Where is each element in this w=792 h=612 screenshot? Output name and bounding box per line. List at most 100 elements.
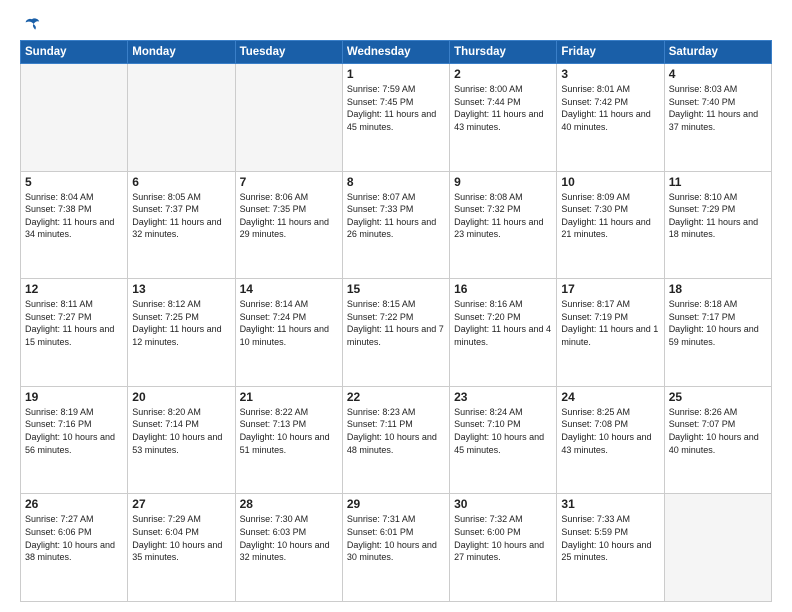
calendar-cell: 22Sunrise: 8:23 AM Sunset: 7:11 PM Dayli… [342, 386, 449, 494]
day-header-monday: Monday [128, 41, 235, 64]
calendar-cell: 8 Sunrise: 8:07 AM Sunset: 7:33 PM Daylig… [342, 171, 449, 279]
day-number: 11 [669, 175, 767, 189]
day-info: Sunrise: 8:05 AM Sunset: 7:37 PM Dayligh… [132, 191, 230, 241]
day-info: Sunrise: 8:16 AM Sunset: 7:20 PM Dayligh… [454, 298, 552, 348]
day-number: 4 [669, 67, 767, 81]
day-info: Sunrise: 7:33 AM Sunset: 5:59 PM Dayligh… [561, 513, 659, 563]
day-number: 16 [454, 282, 552, 296]
day-info: Sunrise: 7:59 AM Sunset: 7:45 PM Dayligh… [347, 83, 445, 133]
day-number: 12 [25, 282, 123, 296]
day-header-tuesday: Tuesday [235, 41, 342, 64]
day-number: 19 [25, 390, 123, 404]
day-number: 17 [561, 282, 659, 296]
week-row-4: 26 Sunrise: 7:27 AM Sunset: 6:06 PM Dayli… [21, 494, 772, 602]
day-info: Sunrise: 7:27 AM Sunset: 6:06 PM Dayligh… [25, 513, 123, 563]
day-info: Sunrise: 8:18 AM Sunset: 7:17 PM Dayligh… [669, 298, 767, 348]
calendar-cell: 13 Sunrise: 8:12 AM Sunset: 7:25 PM Dayli… [128, 279, 235, 387]
day-info: Sunrise: 8:04 AM Sunset: 7:38 PM Dayligh… [25, 191, 123, 241]
calendar-cell: 27 Sunrise: 7:29 AM Sunset: 6:04 PM Dayli… [128, 494, 235, 602]
calendar-cell: 15Sunrise: 8:15 AM Sunset: 7:22 PM Dayli… [342, 279, 449, 387]
week-row-3: 19 Sunrise: 8:19 AM Sunset: 7:16 PM Dayli… [21, 386, 772, 494]
day-number: 18 [669, 282, 767, 296]
calendar-cell: 31 Sunrise: 7:33 AM Sunset: 5:59 PM Dayli… [557, 494, 664, 602]
day-header-thursday: Thursday [450, 41, 557, 64]
day-info: Sunrise: 7:29 AM Sunset: 6:04 PM Dayligh… [132, 513, 230, 563]
day-info: Sunrise: 8:11 AM Sunset: 7:27 PM Dayligh… [25, 298, 123, 348]
day-header-sunday: Sunday [21, 41, 128, 64]
calendar-cell: 25 Sunrise: 8:26 AM Sunset: 7:07 PM Dayli… [664, 386, 771, 494]
calendar-cell: 18 Sunrise: 8:18 AM Sunset: 7:17 PM Dayli… [664, 279, 771, 387]
calendar-cell [21, 64, 128, 172]
day-header-saturday: Saturday [664, 41, 771, 64]
calendar-cell [664, 494, 771, 602]
day-number: 8 [347, 175, 445, 189]
day-info: Sunrise: 8:14 AM Sunset: 7:24 PM Dayligh… [240, 298, 338, 348]
calendar-cell: 28 Sunrise: 7:30 AM Sunset: 6:03 PM Dayli… [235, 494, 342, 602]
calendar-cell: 9 Sunrise: 8:08 AM Sunset: 7:32 PM Daylig… [450, 171, 557, 279]
day-number: 20 [132, 390, 230, 404]
day-number: 1 [347, 67, 445, 81]
calendar-cell: 11 Sunrise: 8:10 AM Sunset: 7:29 PM Dayli… [664, 171, 771, 279]
day-header-wednesday: Wednesday [342, 41, 449, 64]
calendar-cell [128, 64, 235, 172]
day-info: Sunrise: 8:17 AM Sunset: 7:19 PM Dayligh… [561, 298, 659, 348]
calendar-cell: 29 Sunrise: 7:31 AM Sunset: 6:01 PM Dayli… [342, 494, 449, 602]
day-number: 30 [454, 497, 552, 511]
calendar-cell: 21 Sunrise: 8:22 AM Sunset: 7:13 PM Dayli… [235, 386, 342, 494]
day-number: 6 [132, 175, 230, 189]
calendar-cell: 4 Sunrise: 8:03 AM Sunset: 7:40 PM Daylig… [664, 64, 771, 172]
page: SundayMondayTuesdayWednesdayThursdayFrid… [0, 0, 792, 612]
calendar-cell: 10 Sunrise: 8:09 AM Sunset: 7:30 PM Dayli… [557, 171, 664, 279]
day-info: Sunrise: 8:09 AM Sunset: 7:30 PM Dayligh… [561, 191, 659, 241]
calendar-cell: 24 Sunrise: 8:25 AM Sunset: 7:08 PM Dayli… [557, 386, 664, 494]
calendar-cell: 3 Sunrise: 8:01 AM Sunset: 7:42 PM Daylig… [557, 64, 664, 172]
day-header-friday: Friday [557, 41, 664, 64]
day-info: Sunrise: 8:07 AM Sunset: 7:33 PM Dayligh… [347, 191, 445, 241]
day-number: 3 [561, 67, 659, 81]
day-number: 14 [240, 282, 338, 296]
week-row-1: 5 Sunrise: 8:04 AM Sunset: 7:38 PM Daylig… [21, 171, 772, 279]
calendar-cell: 16 Sunrise: 8:16 AM Sunset: 7:20 PM Dayli… [450, 279, 557, 387]
calendar-cell: 14 Sunrise: 8:14 AM Sunset: 7:24 PM Dayli… [235, 279, 342, 387]
day-number: 21 [240, 390, 338, 404]
day-info: Sunrise: 8:25 AM Sunset: 7:08 PM Dayligh… [561, 406, 659, 456]
calendar-cell: 7Sunrise: 8:06 AM Sunset: 7:35 PM Daylig… [235, 171, 342, 279]
day-info: Sunrise: 8:19 AM Sunset: 7:16 PM Dayligh… [25, 406, 123, 456]
day-info: Sunrise: 8:20 AM Sunset: 7:14 PM Dayligh… [132, 406, 230, 456]
day-number: 25 [669, 390, 767, 404]
day-number: 13 [132, 282, 230, 296]
day-info: Sunrise: 7:32 AM Sunset: 6:00 PM Dayligh… [454, 513, 552, 563]
calendar-table: SundayMondayTuesdayWednesdayThursdayFrid… [20, 40, 772, 602]
day-info: Sunrise: 7:30 AM Sunset: 6:03 PM Dayligh… [240, 513, 338, 563]
day-number: 27 [132, 497, 230, 511]
day-info: Sunrise: 8:08 AM Sunset: 7:32 PM Dayligh… [454, 191, 552, 241]
calendar-cell: 23Sunrise: 8:24 AM Sunset: 7:10 PM Dayli… [450, 386, 557, 494]
day-number: 24 [561, 390, 659, 404]
day-number: 2 [454, 67, 552, 81]
day-number: 10 [561, 175, 659, 189]
calendar-cell [235, 64, 342, 172]
day-info: Sunrise: 7:31 AM Sunset: 6:01 PM Dayligh… [347, 513, 445, 563]
header [20, 16, 772, 32]
day-info: Sunrise: 8:10 AM Sunset: 7:29 PM Dayligh… [669, 191, 767, 241]
day-info: Sunrise: 8:03 AM Sunset: 7:40 PM Dayligh… [669, 83, 767, 133]
day-info: Sunrise: 8:01 AM Sunset: 7:42 PM Dayligh… [561, 83, 659, 133]
day-number: 23 [454, 390, 552, 404]
day-number: 29 [347, 497, 445, 511]
calendar-cell: 30 Sunrise: 7:32 AM Sunset: 6:00 PM Dayli… [450, 494, 557, 602]
day-number: 7 [240, 175, 338, 189]
day-info: Sunrise: 8:23 AM Sunset: 7:11 PM Dayligh… [347, 406, 445, 456]
day-info: Sunrise: 8:26 AM Sunset: 7:07 PM Dayligh… [669, 406, 767, 456]
calendar-cell: 12 Sunrise: 8:11 AM Sunset: 7:27 PM Dayli… [21, 279, 128, 387]
week-row-0: 1 Sunrise: 7:59 AM Sunset: 7:45 PM Daylig… [21, 64, 772, 172]
day-number: 31 [561, 497, 659, 511]
day-number: 9 [454, 175, 552, 189]
day-info: Sunrise: 8:12 AM Sunset: 7:25 PM Dayligh… [132, 298, 230, 348]
calendar-cell: 19 Sunrise: 8:19 AM Sunset: 7:16 PM Dayli… [21, 386, 128, 494]
calendar-cell: 1 Sunrise: 7:59 AM Sunset: 7:45 PM Daylig… [342, 64, 449, 172]
logo [20, 16, 40, 32]
day-number: 26 [25, 497, 123, 511]
day-info: Sunrise: 8:22 AM Sunset: 7:13 PM Dayligh… [240, 406, 338, 456]
day-number: 28 [240, 497, 338, 511]
day-number: 5 [25, 175, 123, 189]
